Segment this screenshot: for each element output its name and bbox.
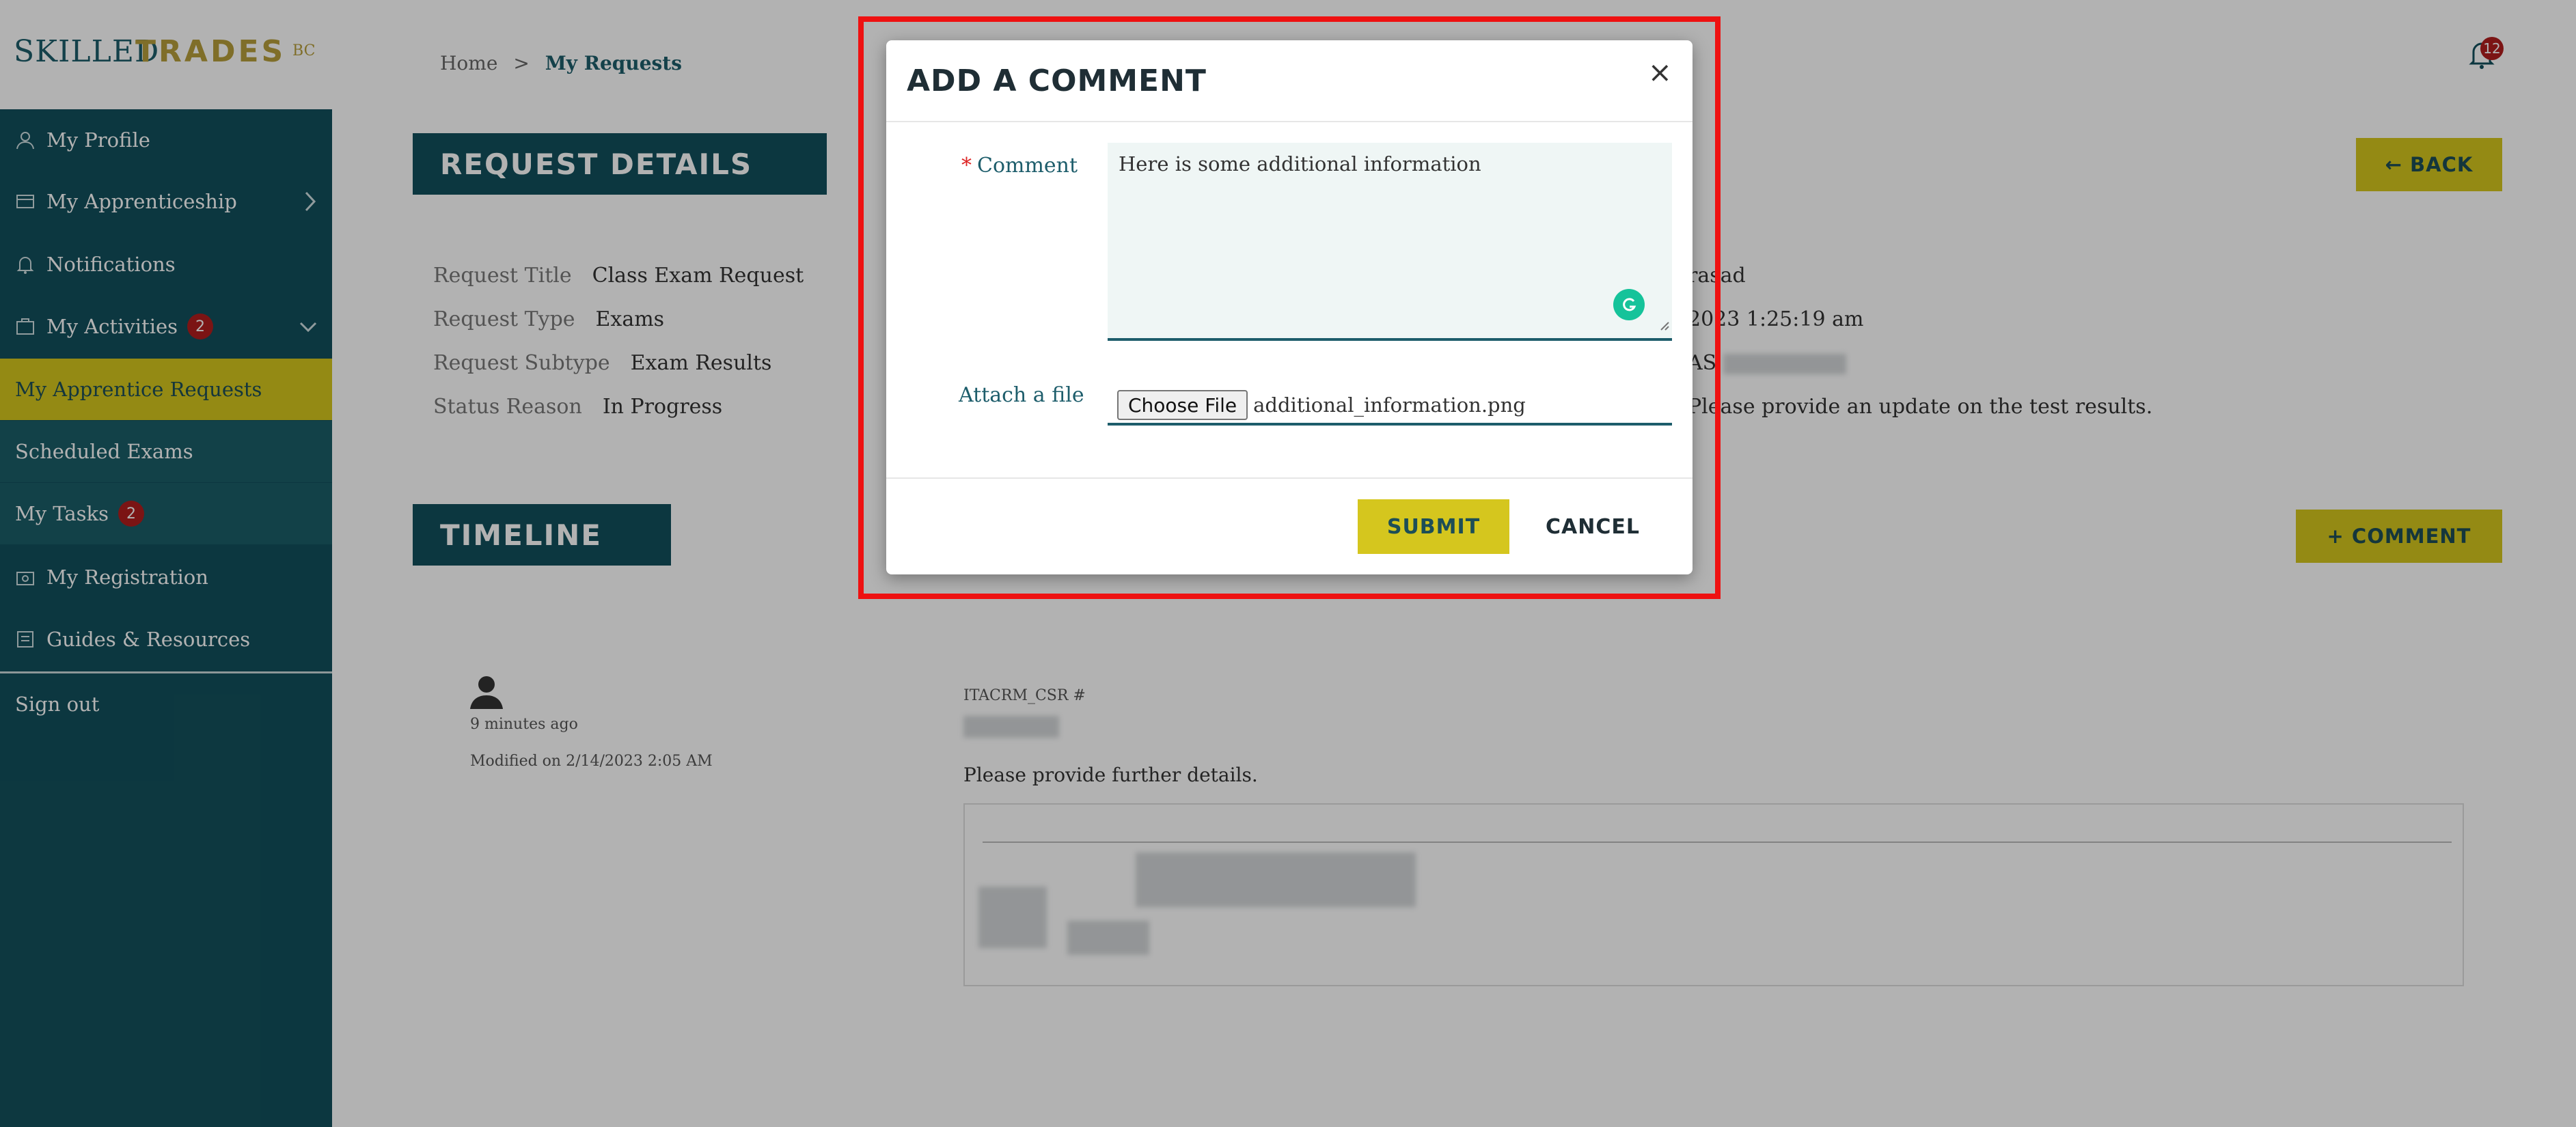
highlight-box [858,16,1721,599]
